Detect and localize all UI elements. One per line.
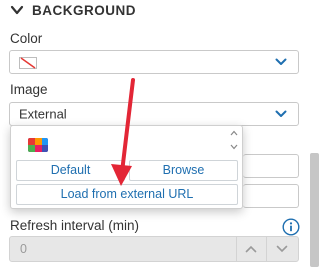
refresh-interval-value: 0 bbox=[20, 242, 27, 256]
no-color-swatch-icon bbox=[19, 57, 37, 69]
image-dropdown[interactable]: External bbox=[9, 102, 299, 126]
info-icon[interactable] bbox=[282, 218, 300, 236]
image-thumbnail[interactable] bbox=[28, 138, 48, 152]
chevron-down-icon[interactable] bbox=[10, 4, 24, 16]
color-dropdown[interactable] bbox=[9, 50, 299, 74]
decrement-icon[interactable] bbox=[276, 245, 288, 253]
chevron-down-icon bbox=[275, 110, 287, 117]
section-title[interactable]: BACKGROUND bbox=[32, 3, 136, 18]
load-external-url-button[interactable]: Load from external URL bbox=[16, 184, 238, 205]
browse-image-button[interactable]: Browse bbox=[129, 160, 238, 181]
secondary-input[interactable] bbox=[243, 184, 299, 208]
refresh-interval-label: Refresh interval (min) bbox=[10, 218, 140, 233]
chevron-down-icon bbox=[275, 58, 287, 65]
increment-icon[interactable] bbox=[245, 245, 257, 253]
scroll-up-icon[interactable] bbox=[230, 130, 238, 136]
refresh-interval-stepper[interactable]: 0 bbox=[9, 236, 299, 262]
image-source-popup: Default Browse Load from external URL bbox=[10, 125, 243, 209]
image-dropdown-value: External bbox=[19, 106, 67, 122]
url-input[interactable] bbox=[243, 154, 299, 178]
scroll-down-icon[interactable] bbox=[230, 144, 238, 150]
image-label: Image bbox=[10, 82, 48, 97]
panel-scrollbar[interactable] bbox=[310, 153, 319, 267]
default-image-button[interactable]: Default bbox=[16, 160, 125, 181]
color-label: Color bbox=[10, 31, 43, 46]
